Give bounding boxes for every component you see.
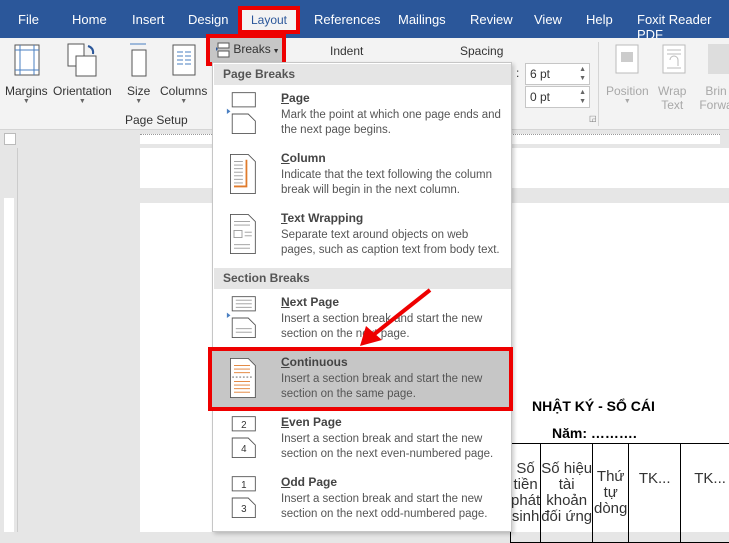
table-header-cell: TK... [680,443,729,543]
margins-button[interactable]: Margins ▼ [5,84,48,105]
menu-item-description: Indicate that the text following the col… [281,169,492,196]
menu-item-description: Separate text around objects on web page… [281,229,500,256]
tab-home[interactable]: Home [72,12,107,27]
orientation-label: Orientation [53,84,112,98]
bring-label: Brin [705,84,727,98]
menu-item-title: Page [281,91,310,105]
even-page-break-icon: 24 [231,416,256,458]
spinner-icon[interactable]: ▲ ▼ [579,88,586,106]
spacing-before-value: 6 pt [530,67,551,81]
menu-item-description: Insert a section break and start the new… [281,493,488,520]
menu-item-odd-page[interactable]: 1 3 Odd Page Insert a section break and sta… [213,471,511,529]
spacing-label: Spacing [460,44,504,58]
spacing-after-value: 0 pt [530,90,551,104]
page-setup-group-label: Page Setup [125,113,188,127]
dropdown-icon: ▼ [180,98,188,105]
breaks-label: Breaks [233,42,271,57]
spinner-icon[interactable]: ▲ ▼ [579,65,586,83]
tab-help[interactable]: Help [586,12,613,27]
breaks-dropdown-menu: Page Breaks Section Breaks Page Mark the … [212,62,512,532]
menu-item-description: Mark the point at which one page ends an… [281,109,501,136]
orientation-button[interactable]: Orientation ▼ [53,84,112,105]
spacing-after-input[interactable]: 0 pt ▲ ▼ [525,86,590,108]
columns-icon [172,44,196,76]
tab-selector[interactable] [4,133,16,145]
section-breaks-header: Section Breaks [214,268,511,289]
breaks-icon [216,42,230,58]
continuous-highlight [208,347,513,411]
menu-item-description: Insert a section break and start the new… [281,433,494,460]
menu-item-even-page[interactable]: 2 4 Even Page Insert a section break and st… [213,411,511,469]
svg-text:2: 2 [241,420,246,431]
ledger-table: Số tiền phát sinh Số hiệu tài khoản đối … [509,443,729,543]
margins-icon [14,44,40,76]
tab-references[interactable]: References [314,12,380,27]
table-header-cell: Thứ tự dòng [592,443,630,543]
vertical-ruler[interactable] [0,148,18,532]
page-break-icon [226,92,256,134]
size-icon [130,43,147,77]
size-button[interactable]: Size ▼ [127,84,150,105]
dialog-launcher-icon[interactable]: ◲ [589,114,597,123]
menu-item-description: Insert a section break and start the new… [281,313,483,340]
page-breaks-header: Page Breaks [214,64,511,85]
position-icon [615,44,639,74]
doc-title: NHẬT KÝ - SỔ CÁI [532,398,655,414]
bring-forward-button[interactable]: BrinForwa [696,84,729,112]
tab-review[interactable]: Review [470,12,513,27]
wrap-label-2: Text [661,98,684,112]
tab-design[interactable]: Design [188,12,228,27]
wrap-text-button[interactable]: Wrap Text [658,84,686,112]
dropdown-icon: ▼ [623,98,631,105]
svg-text:4: 4 [241,444,247,455]
wrap-label: Wrap [658,84,687,98]
dropdown-icon: ▼ [135,98,143,105]
dropdown-icon: ▼ [22,98,30,105]
spacing-before-input[interactable]: 6 pt ▲ ▼ [525,63,590,85]
menu-item-next-page[interactable]: Next Page Insert a section break and star… [213,291,511,349]
tab-layout[interactable]: Layout [238,6,300,34]
dropdown-icon: ▼ [78,98,86,105]
doc-year: Năm: ………. [552,425,637,441]
text-wrapping-break-icon [230,214,256,254]
table-header-cell: Số hiệu tài khoản đối ứng [540,443,594,543]
indent-label: Indent [330,44,364,58]
svg-text:1: 1 [241,480,246,491]
menu-item-title: Odd Page [281,475,338,489]
table-header-cell: TK... [628,443,682,543]
table-header-cell: Số tiền phát sinh [509,443,542,543]
tab-insert[interactable]: Insert [132,12,165,27]
position-label: Position [606,84,649,98]
ruler-bar [4,198,14,532]
colon-label: : [516,66,520,80]
tab-file[interactable]: File [18,12,39,27]
columns-button[interactable]: Columns ▼ [160,84,207,105]
size-label: Size [127,84,151,98]
bring-forward-icon [708,44,729,74]
menu-item-title: Column [281,151,326,165]
group-divider [598,42,599,126]
ribbon-tabs: File Home Insert Design Layout Reference… [0,0,729,42]
menu-item-text-wrapping[interactable]: Text Wrapping Separate text around object… [213,207,511,265]
tab-view[interactable]: View [534,12,562,27]
svg-text:3: 3 [241,504,246,515]
menu-item-title: Next Page [281,295,340,309]
orientation-icon [67,43,97,77]
margins-label: Margins [5,84,48,98]
menu-item-column[interactable]: Column Indicate that the text following t… [213,147,511,205]
tab-mailings[interactable]: Mailings [398,12,446,27]
bring-label-2: Forwa [699,98,729,112]
dropdown-icon: ▼ [270,48,280,56]
menu-item-title: Even Page [281,415,342,429]
next-page-break-icon [226,296,256,338]
menu-item-page[interactable]: Page Mark the point at which one page end… [213,87,511,145]
column-break-icon [230,154,256,194]
position-button[interactable]: Position ▼ [606,84,649,105]
menu-item-title: Text Wrapping [281,211,364,225]
columns-label: Columns [160,84,208,98]
odd-page-break-icon: 13 [231,476,256,518]
wrap-text-icon [662,44,686,74]
